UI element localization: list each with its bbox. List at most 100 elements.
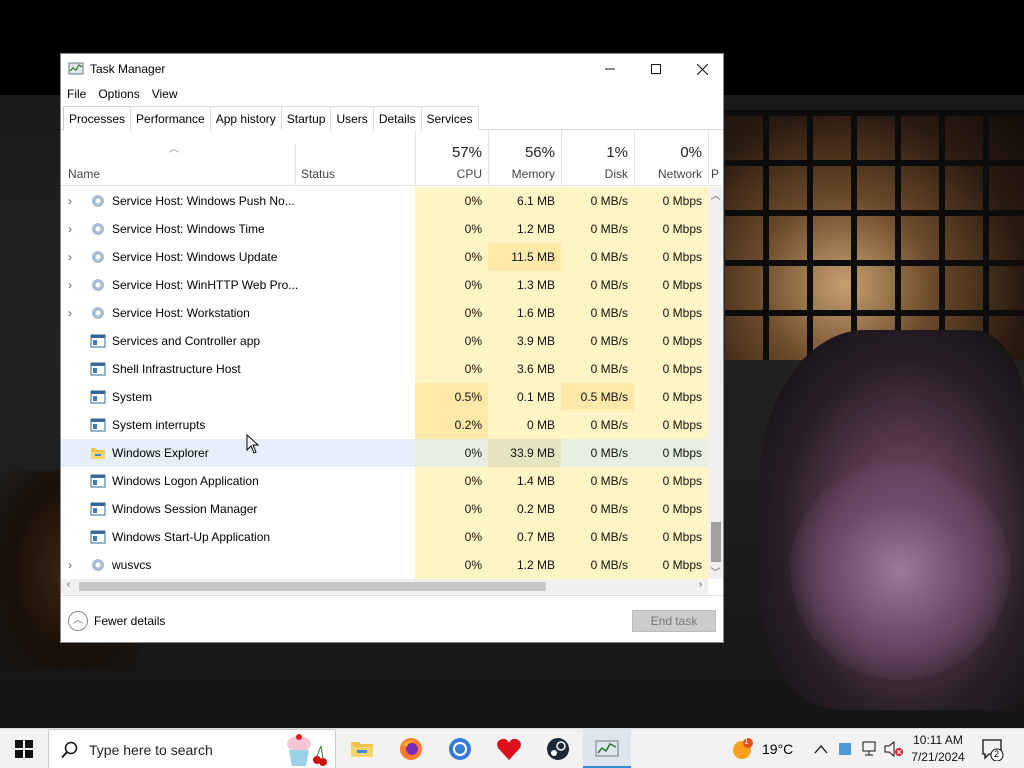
process-row[interactable]: › wusvcs 0% 1.2 MB 0 MB/s 0 Mbps: [61, 551, 708, 579]
column-disk[interactable]: 1% Disk: [561, 130, 634, 186]
chevron-right-icon[interactable]: ›: [68, 250, 78, 264]
tab-performance[interactable]: Performance: [130, 106, 211, 130]
process-row[interactable]: Windows Logon Application 0% 1.4 MB 0 MB/s 0…: [61, 467, 708, 495]
process-name: wusvcs: [112, 558, 152, 572]
process-memory: 1.2 MB: [488, 215, 561, 243]
tray-app[interactable]: [838, 729, 852, 768]
process-row[interactable]: Windows Start-Up Application 0% 0.7 MB 0 MB…: [61, 523, 708, 551]
process-disk: 0 MB/s: [561, 271, 634, 299]
chevron-up-circle-icon[interactable]: ︿: [68, 611, 88, 631]
chevron-right-icon[interactable]: ›: [68, 222, 78, 236]
menu-view[interactable]: View: [146, 84, 184, 104]
notification-center-button[interactable]: 2: [980, 737, 1004, 762]
taskbar-heart-app[interactable]: [485, 729, 533, 768]
process-row[interactable]: › Service Host: Workstation 0% 1.6 MB 0 MB/s…: [61, 299, 708, 327]
column-cpu[interactable]: 57% CPU: [415, 130, 488, 186]
firefox-icon: [400, 738, 422, 760]
process-row[interactable]: › Service Host: Windows Push No... 0% 6.1 M…: [61, 187, 708, 215]
vertical-scrollbar[interactable]: ︿ ﹀: [708, 187, 723, 579]
column-name[interactable]: Name: [68, 167, 100, 181]
clock[interactable]: 10:11 AM 7/21/2024: [905, 732, 971, 766]
column-power-partial[interactable]: P: [708, 130, 723, 186]
process-network: 0 Mbps: [634, 411, 708, 439]
tray-app-icon: [839, 743, 851, 755]
end-task-button[interactable]: End task: [632, 610, 716, 632]
chevron-right-icon[interactable]: ›: [68, 558, 78, 572]
file-explorer-icon: [351, 742, 373, 757]
process-name: Service Host: WinHTTP Web Pro...: [112, 278, 299, 292]
search-icon: [61, 741, 78, 759]
process-row[interactable]: System 0.5% 0.1 MB 0.5 MB/s 0 Mbps: [61, 383, 708, 411]
maximize-icon: [651, 64, 661, 74]
column-header: ︿ Name Status 57% CPU 56% Memory 1% Disk…: [61, 130, 723, 186]
menu-options[interactable]: Options: [92, 84, 145, 104]
tab-app-history[interactable]: App history: [209, 106, 282, 130]
app-window-icon: [90, 417, 106, 433]
process-row[interactable]: Shell Infrastructure Host 0% 3.6 MB 0 MB/s 0…: [61, 355, 708, 383]
process-disk: 0 MB/s: [561, 551, 634, 579]
menu-file[interactable]: File: [61, 84, 92, 104]
process-row[interactable]: › Service Host: WinHTTP Web Pro... 0% 1.3 M…: [61, 271, 708, 299]
fewer-details-link[interactable]: Fewer details: [94, 614, 165, 628]
process-cpu: 0%: [415, 243, 488, 271]
start-button[interactable]: [0, 729, 48, 768]
chevron-right-icon[interactable]: ›: [68, 194, 78, 208]
scroll-down-icon[interactable]: ﹀: [708, 564, 723, 579]
column-memory[interactable]: 56% Memory: [488, 130, 561, 186]
hscroll-thumb[interactable]: [79, 582, 546, 591]
scroll-thumb[interactable]: [711, 522, 721, 562]
tab-processes[interactable]: Processes: [63, 106, 132, 131]
search-placeholder: Type here to search: [89, 742, 213, 758]
process-name: Service Host: Windows Update: [112, 250, 278, 264]
maximize-button[interactable]: [633, 54, 679, 84]
weather-widget[interactable]: 1 19°C: [730, 729, 793, 768]
process-row[interactable]: System interrupts 0.2% 0 MB 0 MB/s 0 Mbps: [61, 411, 708, 439]
process-row[interactable]: › Service Host: Windows Update 0% 11.5 MB 0 …: [61, 243, 708, 271]
process-row[interactable]: Windows Session Manager 0% 0.2 MB 0 MB/s 0 M…: [61, 495, 708, 523]
column-network[interactable]: 0% Network: [634, 130, 708, 186]
tab-details[interactable]: Details: [372, 106, 422, 130]
process-row[interactable]: Windows Explorer 0% 33.9 MB 0 MB/s 0 Mbps: [61, 439, 708, 467]
process-disk: 0 MB/s: [561, 523, 634, 551]
chevron-right-icon[interactable]: ›: [68, 278, 78, 292]
volume-tray[interactable]: [884, 729, 904, 768]
process-disk: 0 MB/s: [561, 355, 634, 383]
process-cpu: 0%: [415, 327, 488, 355]
scroll-left-icon[interactable]: ‹: [61, 579, 76, 594]
search-box[interactable]: Type here to search: [48, 729, 336, 768]
taskbar-steam[interactable]: [534, 729, 582, 768]
memory-total: 56%: [524, 144, 555, 161]
process-cpu: 0%: [415, 215, 488, 243]
horizontal-scrollbar[interactable]: ‹ ›: [61, 579, 708, 594]
process-network: 0 Mbps: [634, 467, 708, 495]
process-name: Services and Controller app: [112, 334, 261, 348]
process-row[interactable]: › Service Host: Windows Time 0% 1.2 MB 0 MB/…: [61, 215, 708, 243]
taskbar-file-explorer[interactable]: [338, 729, 386, 768]
taskbar-chrome[interactable]: [436, 729, 484, 768]
scroll-up-icon[interactable]: ︿: [708, 187, 723, 202]
chevron-right-icon[interactable]: ›: [68, 306, 78, 320]
process-memory: 11.5 MB: [488, 243, 561, 271]
process-row[interactable]: Services and Controller app 0% 3.9 MB 0 MB/…: [61, 327, 708, 355]
background-person-face: [790, 460, 1010, 680]
process-disk: 0 MB/s: [561, 215, 634, 243]
minimize-button[interactable]: [587, 54, 633, 84]
taskbar-task-manager[interactable]: [583, 729, 631, 768]
process-disk: 0 MB/s: [561, 243, 634, 271]
tab-users[interactable]: Users: [330, 106, 374, 130]
close-icon: [696, 63, 708, 75]
network-tray[interactable]: [861, 729, 879, 768]
tab-startup[interactable]: Startup: [280, 106, 332, 130]
scroll-right-icon[interactable]: ›: [693, 579, 708, 594]
process-memory: 1.6 MB: [488, 299, 561, 327]
tab-services[interactable]: Services: [420, 106, 479, 130]
app-window-icon: [90, 529, 106, 545]
process-memory: 3.9 MB: [488, 327, 561, 355]
column-status[interactable]: Status: [301, 167, 335, 181]
show-hidden-icons[interactable]: [814, 729, 828, 768]
taskbar-firefox[interactable]: [387, 729, 435, 768]
title-bar[interactable]: Task Manager: [61, 54, 723, 84]
gear-icon: [90, 305, 106, 321]
close-button[interactable]: [679, 54, 725, 84]
app-window-icon: [90, 473, 106, 489]
